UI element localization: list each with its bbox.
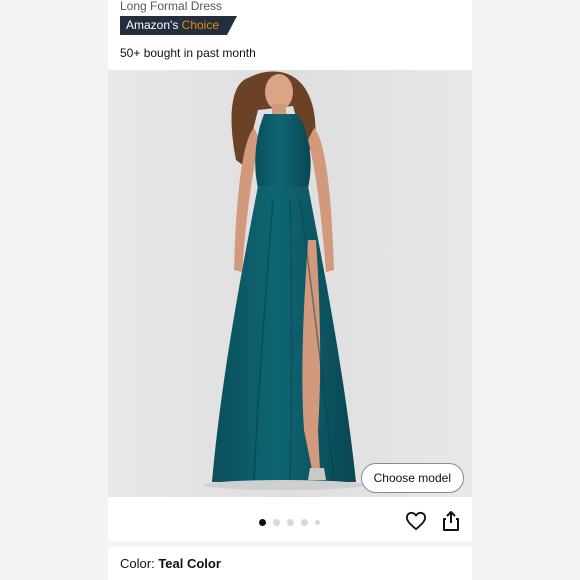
badge-prefix: Amazon's — [126, 18, 179, 32]
product-subtitle: Long Formal Dress — [120, 0, 223, 13]
section-divider — [108, 541, 472, 547]
heart-icon[interactable] — [405, 511, 427, 531]
choose-model-button[interactable]: Choose model — [360, 463, 464, 493]
badge-accent: Choice — [181, 18, 220, 32]
pagination-dot[interactable] — [273, 518, 280, 526]
amazons-choice-badge[interactable]: Amazon's Choice — [120, 16, 237, 35]
product-image — [108, 70, 472, 497]
image-pagination-dots — [259, 518, 320, 526]
pagination-dot-active[interactable] — [259, 518, 266, 526]
product-card: Long Formal Dress Amazon's Choice 50+ bo… — [108, 0, 472, 580]
pagination-dot[interactable] — [287, 518, 294, 526]
color-value: Teal Color — [158, 556, 221, 571]
product-image-gallery[interactable]: Choose model — [108, 70, 472, 497]
share-icon[interactable] — [441, 510, 461, 532]
color-label: Color: — [120, 556, 155, 571]
color-selection: Color: Teal Color — [120, 556, 221, 571]
bought-count-text: 50+ bought in past month — [120, 46, 256, 60]
pagination-dot[interactable] — [301, 518, 308, 526]
pagination-dot[interactable] — [315, 519, 320, 525]
